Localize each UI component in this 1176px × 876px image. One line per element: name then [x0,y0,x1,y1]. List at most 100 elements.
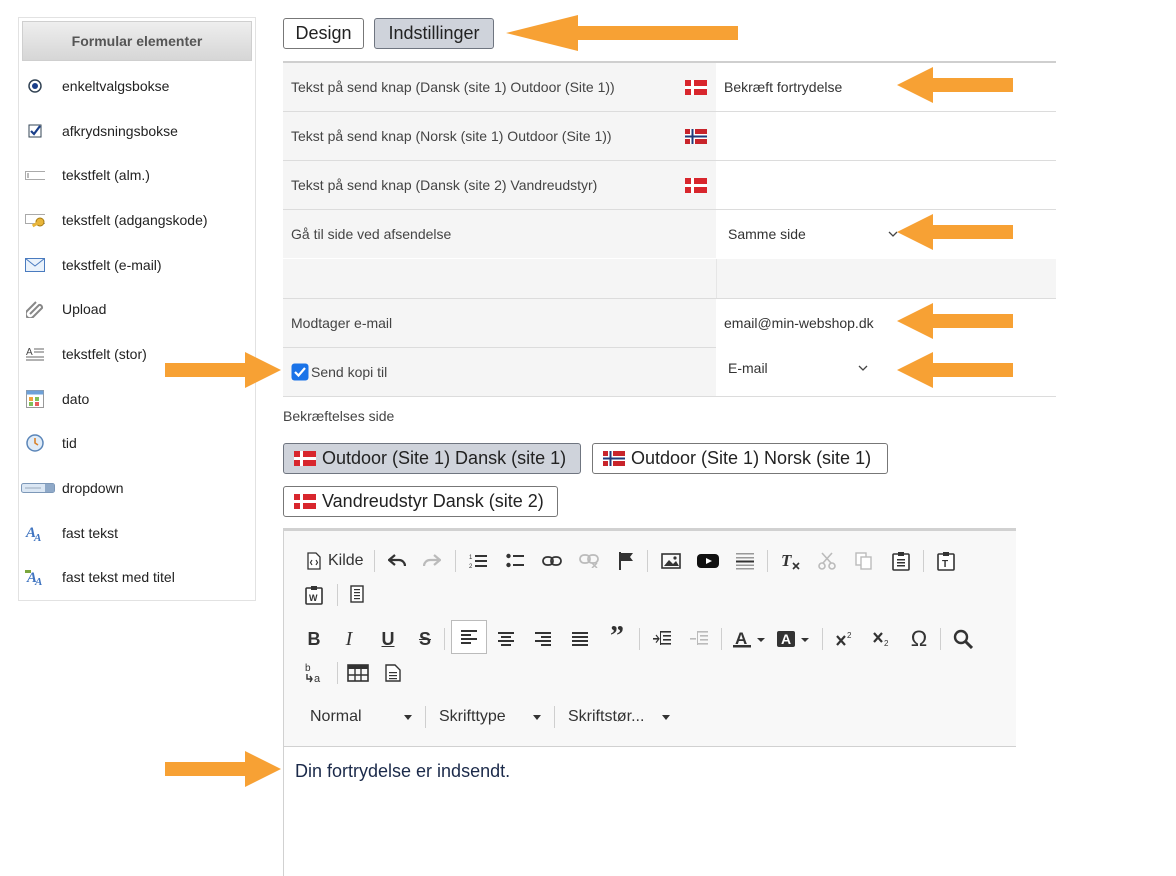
horizontal-rule-icon[interactable] [731,547,759,575]
flag-no-icon [685,129,707,144]
special-char-icon[interactable]: Ω [905,625,933,653]
redo-icon[interactable] [418,547,446,575]
chevron-down-icon [858,365,868,371]
background-color-icon[interactable]: A [774,625,814,653]
sidebar-item-date[interactable]: dato [19,384,255,414]
youtube-icon[interactable] [694,547,722,575]
format-select-value: Normal [310,708,362,725]
calendar-icon [25,389,45,409]
divider [283,396,1056,397]
link-icon[interactable] [538,547,566,575]
source-icon[interactable] [300,547,328,575]
lang-tab-vandreudstyr-dk[interactable]: Vandreudstyr Dansk (site 2) [283,486,558,517]
anchor-flag-icon[interactable] [612,547,640,575]
align-right-button[interactable] [529,625,557,653]
redirect-select[interactable]: Samme side [728,226,898,242]
caret-down-icon [533,714,541,720]
send-button-text-input-dk2[interactable] [716,161,1056,209]
cut-icon[interactable] [813,547,841,575]
radio-icon [25,76,45,96]
svg-text:A: A [26,347,33,358]
sidebar-item-label: Upload [62,301,107,317]
separator [337,662,338,684]
send-copy-checkbox[interactable] [291,363,309,381]
separator [425,706,426,728]
flag-dk-icon [685,80,707,95]
font-select-value: Skrifttype [439,708,506,725]
italic-button[interactable]: I [335,625,363,653]
align-justify-button[interactable] [566,625,594,653]
sidebar-item-email[interactable]: tekstfelt (e-mail) [19,250,255,280]
copy-icon[interactable] [850,547,878,575]
subscript-icon[interactable]: 2 [868,625,896,653]
editor-content[interactable]: Din fortrydelse er indsendt. [295,761,510,782]
lang-tab-outdoor-dk[interactable]: Outdoor (Site 1) Dansk (site 1) [283,443,581,474]
outdent-icon[interactable] [685,625,713,653]
align-center-button[interactable] [492,625,520,653]
strikethrough-button[interactable]: S [411,625,439,653]
field-label: Gå til side ved afsendelse [291,226,452,242]
lang-tab-label: Outdoor (Site 1) Dansk (site 1) [322,448,567,468]
image-icon[interactable] [657,547,685,575]
sidebar-item-label: tekstfelt (adgangskode) [62,212,208,228]
source-button-label[interactable]: Kilde [328,552,364,570]
sidebar-item-textfield[interactable]: tekstfelt (alm.) [19,160,255,190]
bullet-list-icon[interactable] [501,547,529,575]
tab-design[interactable]: Design [283,18,364,49]
font-select[interactable]: Skrifttype [439,703,543,731]
envelope-icon [25,255,45,275]
find-icon[interactable] [949,625,977,653]
svg-text:T: T [781,552,792,570]
dropdown-icon [21,478,55,498]
sidebar-item-static-text[interactable]: AA fast tekst [19,518,255,548]
font-size-select-value: Skriftstør... [568,708,645,725]
unlink-icon[interactable] [575,547,603,575]
text-color-icon[interactable]: A [730,625,770,653]
sidebar-item-password[interactable]: tekstfelt (adgangskode) [19,205,255,235]
annotation-arrow-left [897,67,1013,103]
separator [639,628,640,650]
sidebar-item-static-text-title[interactable]: AA fast tekst med titel [19,562,255,592]
textarea-icon: A [25,344,45,364]
align-left-button[interactable] [451,620,487,654]
lang-tab-outdoor-no[interactable]: Outdoor (Site 1) Norsk (site 1) [592,443,888,474]
paperclip-icon [25,299,45,319]
underline-button[interactable]: U [374,625,402,653]
paste-word-icon[interactable]: W [300,581,328,609]
paste-text-icon[interactable]: T [932,547,960,575]
separator [337,584,338,606]
textfield-icon [25,165,45,185]
blockquote-icon[interactable]: ” [603,621,631,652]
indent-icon[interactable] [648,625,676,653]
sidebar-item-radio[interactable]: enkeltvalgsbokse [19,71,255,101]
send-button-text-row-dk2: Tekst på send knap (Dansk (site 2) Vandr… [283,161,1056,209]
replace-icon[interactable]: ba [300,659,328,687]
sidebar-item-upload[interactable]: Upload [19,294,255,324]
svg-text:A: A [781,631,791,647]
font-size-select[interactable]: Skriftstør... [568,703,672,731]
sidebar-item-checkbox[interactable]: afkrydsningsbokse [19,116,255,146]
caret-down-icon [662,714,670,720]
undo-icon[interactable] [383,547,411,575]
format-select[interactable]: Normal [310,703,414,731]
annotation-arrow-left [897,303,1013,339]
templates-icon[interactable] [344,581,372,609]
table-icon[interactable] [344,659,372,687]
selected-value: Samme side [728,226,806,242]
superscript-icon[interactable]: 2 [831,625,859,653]
sidebar-item-label: dato [62,391,90,407]
flag-dk-icon [685,178,707,193]
document-icon[interactable] [379,659,407,687]
field-label: Tekst på send knap (Norsk (site 1) Outdo… [291,128,612,144]
sidebar-item-time[interactable]: tid [19,428,255,458]
send-button-text-input-no1[interactable] [716,112,1056,160]
sidebar-item-label: fast tekst [62,525,119,541]
sidebar-item-dropdown[interactable]: dropdown [19,473,255,503]
numbered-list-icon[interactable]: 12 [464,547,492,575]
bold-button[interactable]: B [300,625,328,653]
copy-select[interactable]: E-mail [728,360,868,376]
tab-settings[interactable]: Indstillinger [374,18,494,49]
field-label: Tekst på send knap (Dansk (site 1) Outdo… [291,79,615,95]
clear-format-icon[interactable]: T [776,547,804,575]
paste-icon[interactable] [887,547,915,575]
